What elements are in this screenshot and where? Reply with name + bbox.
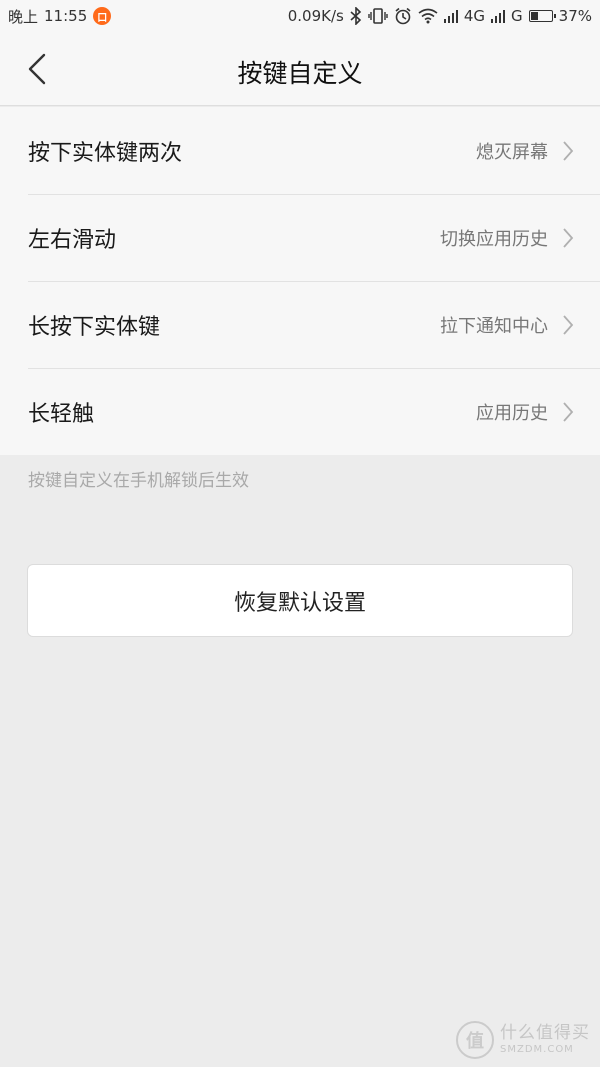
watermark: 值 什么值得买 SMZDM.COM [456, 1021, 590, 1059]
row-value: 应用历史 [476, 402, 548, 424]
chevron-right-icon [562, 401, 574, 423]
row-value: 拉下通知中心 [440, 315, 548, 337]
time-prefix: 晚上 [8, 7, 39, 26]
row-label: 长按下实体键 [28, 314, 161, 340]
signal-1-label: 4G [463, 7, 486, 25]
restore-defaults-button[interactable]: 恢复默认设置 [27, 564, 573, 637]
row-label: 左右滑动 [28, 227, 117, 253]
chevron-right-icon [562, 314, 574, 336]
chevron-right-icon [562, 227, 574, 249]
watermark-logo: 值 [456, 1021, 494, 1059]
row-label: 按下实体键两次 [28, 140, 183, 166]
battery-percent: 37% [558, 7, 592, 25]
bluetooth-icon [350, 7, 362, 25]
watermark-name: 什么值得买 [500, 1023, 590, 1044]
signal-icon [443, 9, 458, 23]
settings-row-long-touch[interactable]: 长轻触 应用历史 [0, 368, 600, 455]
chevron-right-icon [562, 140, 574, 162]
settings-list: 按下实体键两次 熄灭屏幕 左右滑动 切换应用历史 长按下实体键 拉下通知中心 长… [0, 107, 600, 455]
alarm-icon [394, 7, 412, 25]
vibrate-icon [368, 7, 388, 25]
app-notification-icon: 口 [93, 7, 112, 25]
status-bar-left: 晚上 11:55 口 [8, 6, 112, 27]
title-bar: 按键自定义 [0, 32, 600, 106]
watermark-site: SMZDM.COM [500, 1044, 574, 1056]
row-right: 拉下通知中心 [440, 312, 574, 338]
page-title: 按键自定义 [237, 59, 363, 88]
status-bar-right: 0.09K/s 4G G 37% [288, 7, 592, 25]
watermark-text: 什么值得买 SMZDM.COM [500, 1024, 590, 1055]
status-bar: 晚上 11:55 口 0.09K/s 4G G 37% [0, 0, 600, 32]
footnote: 按键自定义在手机解锁后生效 [28, 471, 249, 491]
clock-time: 11:55 [44, 7, 88, 25]
battery-level-fill [530, 12, 538, 20]
settings-row-long-press[interactable]: 长按下实体键 拉下通知中心 [0, 281, 600, 368]
wifi-icon [418, 8, 438, 24]
row-right: 熄灭屏幕 [476, 138, 574, 164]
battery-icon [528, 10, 556, 22]
row-value: 熄灭屏幕 [476, 141, 548, 163]
network-speed: 0.09K/s [287, 7, 344, 25]
signal-icon [491, 9, 506, 23]
signal-2-label: G [511, 7, 523, 25]
row-label: 长轻触 [28, 401, 95, 427]
settings-row-double-press[interactable]: 按下实体键两次 熄灭屏幕 [0, 107, 600, 194]
row-right: 应用历史 [476, 399, 574, 425]
row-value: 切换应用历史 [440, 228, 548, 250]
settings-row-swipe[interactable]: 左右滑动 切换应用历史 [0, 194, 600, 281]
row-right: 切换应用历史 [440, 225, 574, 251]
